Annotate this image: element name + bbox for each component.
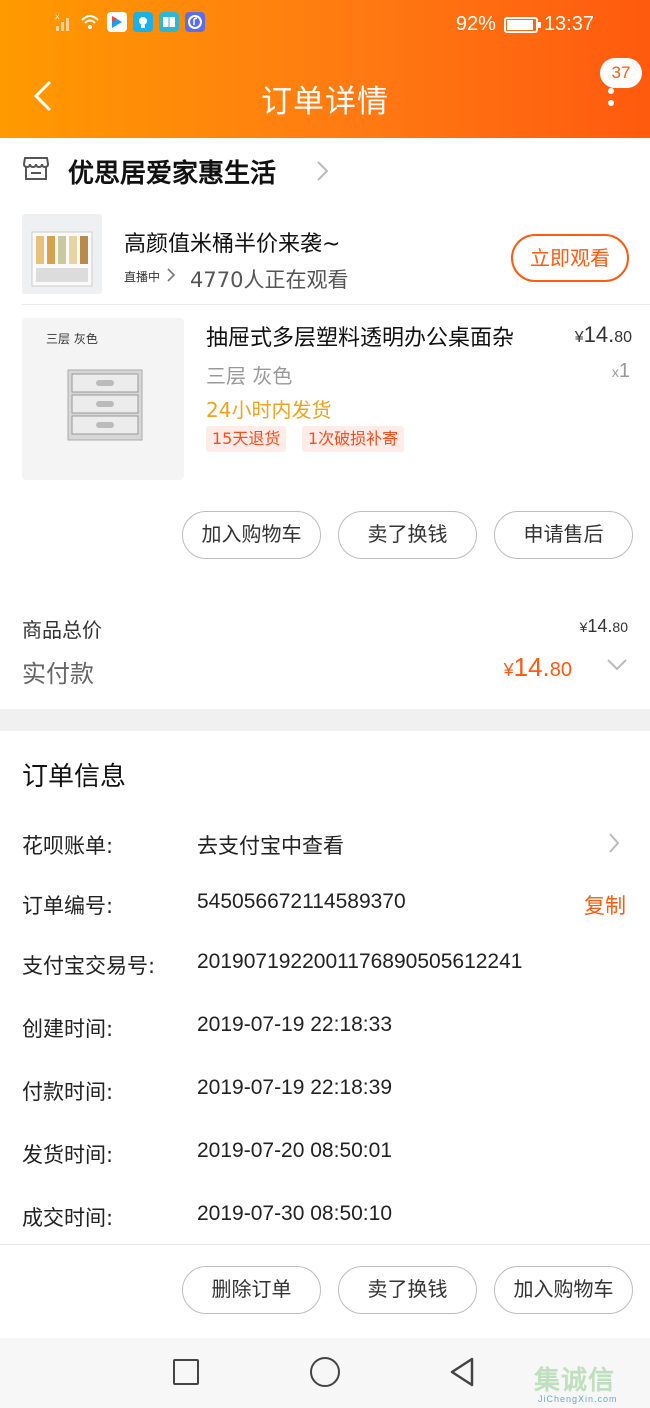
huabei-label: 花呗账单:	[22, 834, 114, 858]
product-title[interactable]: 抽屉式多层塑料透明办公桌面杂	[206, 320, 536, 352]
battery-icon	[503, 16, 541, 33]
goods-decimal: 80	[612, 619, 628, 635]
live-status-tag: 直播中	[124, 270, 161, 284]
cellular-signal-icon: x	[55, 12, 69, 31]
add-to-cart-button[interactable]: 加入购物车	[494, 1266, 633, 1314]
chevron-down-icon[interactable]	[606, 658, 628, 672]
order-info-title: 订单信息	[22, 762, 127, 792]
recent-apps-icon[interactable]	[173, 1359, 199, 1385]
status-right: 92% 13:37	[456, 13, 594, 36]
paid-decimal: 80	[549, 659, 572, 681]
add-to-cart-button[interactable]: 加入购物车	[182, 511, 321, 559]
completed-time-value: 2019-07-30 08:50:10	[197, 1202, 392, 1225]
price-decimal: 80	[614, 329, 632, 346]
book-app-icon	[159, 12, 179, 32]
product-price: ¥14.80	[575, 322, 632, 348]
resell-button[interactable]: 卖了换钱	[338, 1266, 477, 1314]
chevron-right-icon[interactable]	[608, 832, 620, 854]
product-quantity: x1	[612, 360, 630, 383]
completed-time-label: 成交时间:	[22, 1206, 114, 1230]
goods-int: 14.	[587, 616, 613, 636]
goods-total-value: ¥14.80	[580, 616, 628, 637]
divider	[22, 304, 650, 305]
paid-amount-label: 实付款	[22, 660, 94, 688]
status-icons: x	[55, 12, 205, 32]
delete-order-button[interactable]: 删除订单	[182, 1266, 321, 1314]
svg-text:x: x	[55, 12, 60, 21]
created-time-label: 创建时间:	[22, 1017, 114, 1041]
paid-time-value: 2019-07-19 22:18:39	[197, 1076, 392, 1099]
created-time-value: 2019-07-19 22:18:33	[197, 1013, 392, 1036]
order-number-value: 545056672114589370	[197, 890, 406, 913]
shipped-time-value: 2019-07-20 08:50:01	[197, 1139, 392, 1162]
price-int: 14.	[583, 322, 615, 347]
paid-time-label: 付款时间:	[22, 1080, 114, 1104]
live-viewer-count: 4770人正在观看	[190, 268, 349, 292]
live-title[interactable]: 高颜值米桶半价来袭~	[124, 226, 340, 258]
wifi-icon	[81, 15, 99, 29]
music-app-icon	[185, 12, 205, 32]
paid-symbol: ¥	[503, 660, 514, 680]
video-app-icon	[107, 12, 127, 32]
product-image[interactable]: 三层 灰色	[22, 318, 184, 480]
more-options-icon[interactable]	[606, 88, 616, 114]
qty-value: 1	[618, 360, 630, 382]
store-icon	[22, 157, 50, 180]
watermark-logo: 集诚信 JiChengXin.com	[534, 1360, 646, 1406]
paid-int: 14.	[513, 652, 550, 682]
product-spec: 三层 灰色	[206, 364, 293, 388]
clock: 13:37	[543, 13, 594, 35]
qty-prefix: x	[611, 364, 619, 380]
paid-amount-value: ¥14.80	[504, 652, 572, 683]
watermark-text: 集诚信	[534, 1366, 616, 1396]
divider	[0, 1244, 650, 1245]
home-icon[interactable]	[310, 1357, 340, 1387]
copy-button[interactable]: 复制	[584, 890, 626, 920]
chevron-right-icon[interactable]	[314, 158, 330, 184]
after-sales-button[interactable]: 申请售后	[494, 511, 633, 559]
shipped-time-label: 发货时间:	[22, 1143, 114, 1167]
status-bar: x 92% 13:37	[0, 0, 650, 52]
alipay-trade-label: 支付宝交易号:	[22, 954, 156, 978]
chevron-right-small-icon	[167, 268, 176, 282]
live-thumbnail[interactable]	[22, 214, 102, 294]
store-name[interactable]: 优思居爱家惠生活	[68, 153, 276, 190]
resell-button[interactable]: 卖了换钱	[338, 511, 477, 559]
order-number-label: 订单编号:	[22, 894, 114, 918]
message-count-badge: 37	[600, 58, 642, 88]
top-header: x 92% 13:37 订单详情 37	[0, 0, 650, 138]
section-gap	[0, 709, 650, 731]
alipay-trade-value: 2019071922001176890505612241	[197, 950, 523, 973]
shipping-promise: 24小时内发货	[206, 398, 332, 422]
bulb-app-icon	[133, 12, 153, 32]
battery-percent: 92%	[455, 13, 496, 35]
watermark-url: JiChengXin.com	[538, 1394, 618, 1404]
huabei-link[interactable]: 去支付宝中查看	[197, 830, 344, 860]
price-symbol: ¥	[574, 329, 584, 346]
back-triangle-icon[interactable]	[448, 1356, 476, 1388]
goods-total-label: 商品总价	[22, 618, 102, 642]
watch-now-button[interactable]: 立即观看	[511, 234, 629, 282]
page-title: 订单详情	[261, 84, 389, 120]
service-tag: 1次破损补寄	[302, 426, 405, 452]
service-tag: 15天退货	[206, 426, 287, 452]
